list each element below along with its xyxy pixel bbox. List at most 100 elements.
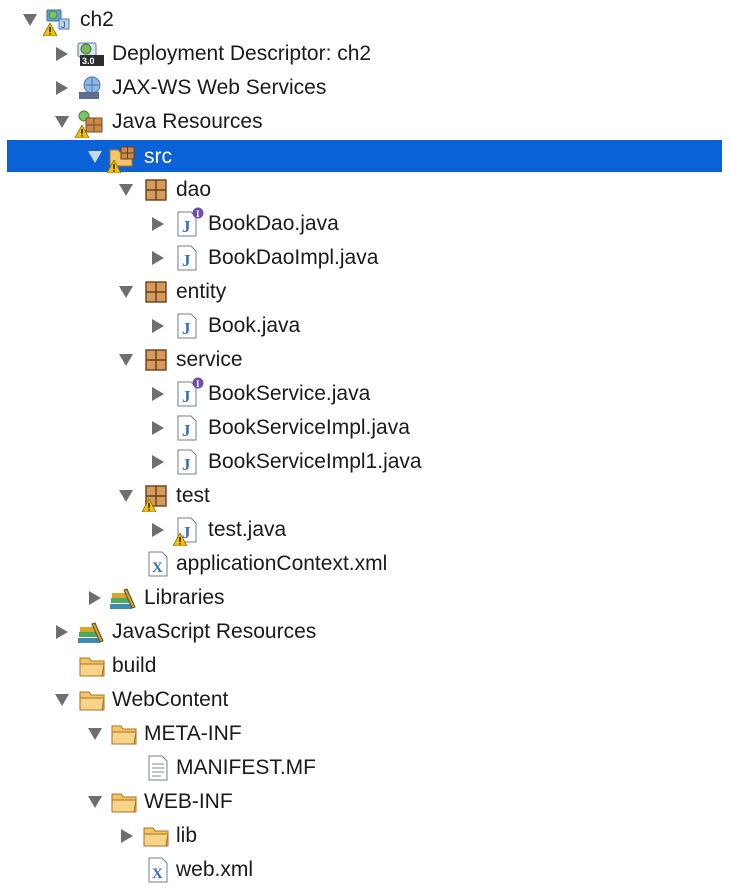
tree-item-lib[interactable]: lib: [0, 819, 730, 853]
folder-icon: [111, 789, 137, 815]
tree-item-meta-inf[interactable]: META-INF: [0, 717, 730, 751]
java-file-icon: J: [175, 313, 201, 339]
chevron-down-icon[interactable]: [117, 479, 135, 513]
java-interface-file-icon: J I: [175, 377, 204, 407]
tree-item-package-dao[interactable]: dao: [0, 173, 730, 207]
chevron-down-icon[interactable]: [53, 105, 71, 139]
chevron-right-icon[interactable]: [149, 309, 167, 343]
libraries-icon: [77, 619, 104, 645]
chevron-right-icon[interactable]: [149, 377, 167, 411]
tree-item-bookdaoimpl-java[interactable]: J BookDaoImpl.java: [0, 241, 730, 275]
web-services-icon: [77, 75, 103, 101]
chevron-down-icon[interactable]: [53, 683, 71, 717]
tree-item-label: WebContent: [112, 688, 229, 711]
tree-item-label: test.java: [208, 518, 287, 541]
tree-item-package-entity[interactable]: entity: [0, 275, 730, 309]
interface-badge-icon: I: [192, 207, 204, 219]
web-project-icon: J: [43, 7, 71, 36]
tree-item-label: Java Resources: [112, 110, 263, 133]
tree-item-label: META-INF: [144, 722, 242, 745]
folder-icon: [79, 687, 105, 713]
chevron-down-icon[interactable]: [117, 275, 135, 309]
tree-item-label: MANIFEST.MF: [176, 756, 316, 779]
chevron-down-icon[interactable]: [86, 785, 104, 819]
tree-item-javascript-resources[interactable]: JavaScript Resources: [0, 615, 730, 649]
chevron-down-icon[interactable]: [117, 173, 135, 207]
package-icon: [144, 279, 170, 305]
tree-item-bookserviceimpl-java[interactable]: J BookServiceImpl.java: [0, 411, 730, 445]
tree-item-label: WEB-INF: [144, 790, 233, 813]
folder-icon: [111, 721, 137, 747]
tree-item-jax-ws[interactable]: JAX-WS Web Services: [0, 71, 730, 105]
java-interface-file-icon: J I: [175, 207, 204, 237]
xml-file-icon: X: [146, 857, 172, 883]
chevron-right-icon[interactable]: [149, 513, 167, 547]
warning-icon: [173, 533, 187, 546]
svg-text:J: J: [182, 217, 191, 236]
svg-text:J: J: [182, 421, 191, 440]
package-icon: [142, 483, 170, 512]
chevron-right-icon[interactable]: [149, 445, 167, 479]
chevron-right-icon[interactable]: [53, 71, 71, 105]
tree-item-label: Libraries: [144, 586, 225, 609]
chevron-down-icon[interactable]: [21, 3, 39, 37]
svg-text:J: J: [182, 251, 191, 270]
next-item-peek: [44, 884, 64, 890]
tree-item-label: build: [112, 654, 157, 677]
chevron-down-icon[interactable]: [117, 343, 135, 377]
tree-item-build[interactable]: build: [0, 649, 730, 683]
tree-item-label: BookServiceImpl1.java: [208, 450, 422, 473]
tree-item-package-test[interactable]: test: [0, 479, 730, 513]
tree-item-bookdao-java[interactable]: J I BookDao.java: [0, 207, 730, 241]
chevron-right-icon[interactable]: [149, 241, 167, 275]
chevron-right-icon[interactable]: [149, 411, 167, 445]
svg-text:J: J: [182, 455, 191, 474]
svg-text:J: J: [182, 387, 191, 406]
tree-item-label: applicationContext.xml: [176, 552, 388, 575]
interface-badge-icon: I: [192, 377, 204, 389]
svg-text:X: X: [152, 866, 163, 882]
tree-item-label: BookService.java: [208, 382, 371, 405]
tree-item-book-java[interactable]: J Book.java: [0, 309, 730, 343]
tree-item-web-xml[interactable]: X web.xml: [0, 853, 730, 887]
tree-item-package-service[interactable]: service: [0, 343, 730, 377]
chevron-right-icon[interactable]: [86, 581, 104, 615]
tree-item-ch2[interactable]: J ch2: [0, 3, 730, 37]
chevron-down-icon[interactable]: [86, 717, 104, 751]
tree-item-java-resources[interactable]: Java Resources: [0, 105, 730, 139]
tree-item-web-inf[interactable]: WEB-INF: [0, 785, 730, 819]
tree-item-label: JAX-WS Web Services: [112, 76, 327, 99]
tree-item-manifest-mf[interactable]: MANIFEST.MF: [0, 751, 730, 785]
chevron-down-icon[interactable]: [86, 140, 104, 174]
svg-text:I: I: [196, 209, 200, 219]
tree-item-webcontent[interactable]: WebContent: [0, 683, 730, 717]
tree-item-bookservice-java[interactable]: J I BookService.java: [0, 377, 730, 411]
tree-item-label: src: [144, 145, 172, 168]
java-resources-icon: [75, 109, 103, 138]
chevron-right-icon[interactable]: [53, 615, 71, 649]
java-file-icon: J: [175, 415, 201, 441]
tree-item-bookserviceimpl1-java[interactable]: J BookServiceImpl1.java: [0, 445, 730, 479]
project-explorer-tree: J ch2 3.0 Deployment Descriptor: ch2 JAX…: [0, 0, 730, 890]
chevron-right-icon[interactable]: [149, 207, 167, 241]
chevron-right-icon[interactable]: [118, 819, 136, 853]
warning-icon: [75, 125, 89, 138]
tree-item-applicationcontext-xml[interactable]: X applicationContext.xml: [0, 547, 730, 581]
svg-text:X: X: [152, 560, 163, 576]
libraries-icon: [109, 585, 136, 611]
tree-item-label: Deployment Descriptor: ch2: [112, 42, 372, 65]
tree-item-src[interactable]: src: [0, 140, 730, 174]
tree-item-test-java[interactable]: J test.java: [0, 513, 730, 547]
tree-item-label: service: [176, 348, 243, 371]
chevron-right-icon[interactable]: [53, 37, 71, 71]
tree-item-label: lib: [176, 824, 198, 847]
tree-item-label: JavaScript Resources: [112, 620, 317, 643]
package-icon: [144, 347, 170, 373]
tree-item-libraries[interactable]: Libraries: [0, 581, 730, 615]
java-file-icon: J: [175, 449, 201, 475]
xml-file-icon: X: [146, 551, 172, 577]
warning-icon: [107, 160, 121, 173]
tree-item-deployment-descriptor[interactable]: 3.0 Deployment Descriptor: ch2: [0, 37, 730, 71]
svg-text:3.0: 3.0: [82, 56, 95, 66]
svg-text:J: J: [61, 20, 66, 30]
